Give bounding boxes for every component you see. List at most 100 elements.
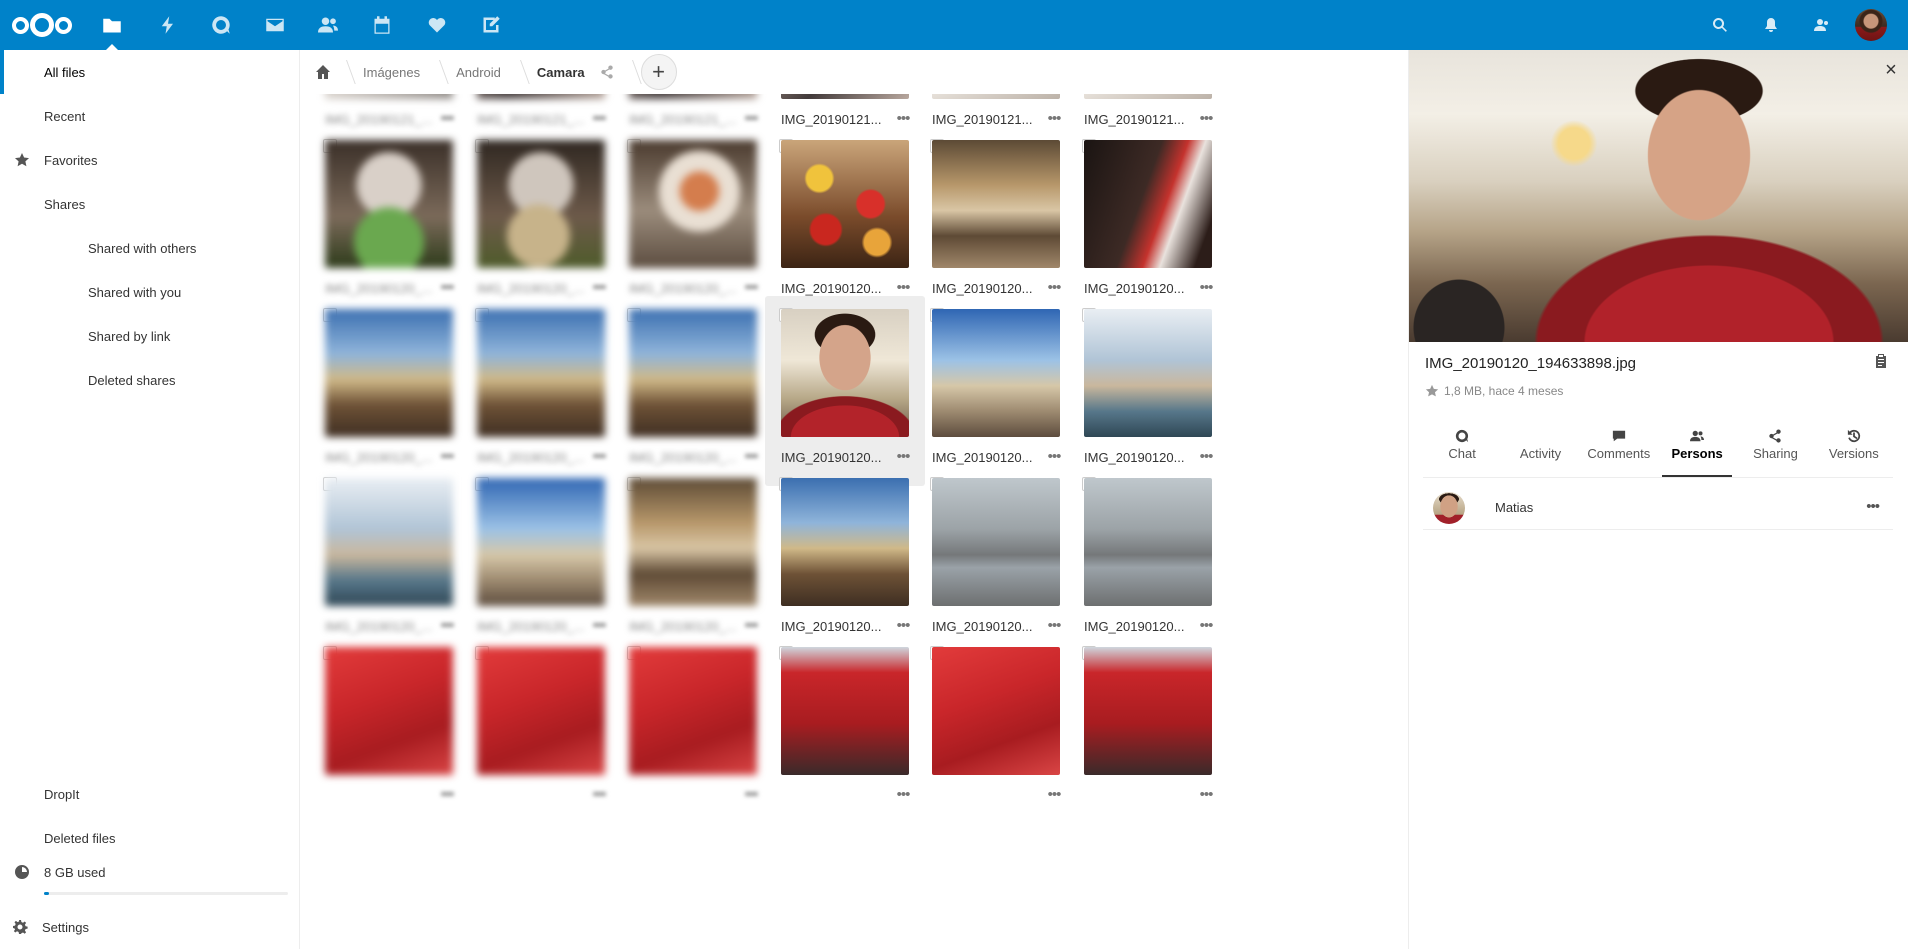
favorites-app-icon[interactable] (415, 0, 459, 50)
file-actions-icon[interactable]: ••• (1196, 784, 1216, 804)
file-thumbnail[interactable] (325, 478, 453, 606)
clipboard-icon[interactable] (1873, 353, 1891, 371)
file-tile[interactable]: IMG_20190120_... ••• (613, 296, 773, 486)
file-name[interactable]: IMG_20190120... (781, 619, 889, 634)
file-actions-icon[interactable]: ••• (437, 446, 457, 466)
file-actions-icon[interactable]: ••• (893, 108, 913, 128)
file-actions-icon[interactable]: ••• (1044, 277, 1064, 297)
file-tile[interactable]: IMG_20190120... ••• (916, 127, 1076, 317)
file-name[interactable]: IMG_20190120_... (325, 281, 433, 296)
file-tile[interactable]: IMG_20190120_... ••• (309, 296, 469, 486)
file-tile[interactable]: ••• (765, 634, 925, 824)
file-thumbnail[interactable] (932, 140, 1060, 268)
file-thumbnail[interactable] (629, 647, 757, 775)
nav-quota[interactable]: 8 GB used (0, 854, 300, 890)
file-name[interactable]: IMG_20190120_... (477, 619, 585, 634)
files-app-icon[interactable] (90, 0, 134, 50)
nav-all-files[interactable]: All files (0, 50, 300, 94)
file-thumbnail[interactable] (1084, 647, 1212, 775)
file-name[interactable]: IMG_20190120... (781, 450, 889, 465)
file-tile[interactable]: IMG_20190120... ••• (765, 127, 925, 317)
file-tile[interactable]: IMG_20190120... ••• (916, 296, 1076, 486)
file-tile[interactable]: IMG_20190120... ••• (1068, 296, 1228, 486)
file-thumbnail[interactable] (325, 309, 453, 437)
file-thumbnail[interactable] (1084, 478, 1212, 606)
file-tile[interactable]: ••• (461, 634, 621, 824)
nav-shares[interactable]: Shares (0, 182, 300, 226)
file-actions-icon[interactable]: ••• (741, 784, 761, 804)
nav-shared-with-others[interactable]: Shared with others (0, 226, 300, 270)
file-tile[interactable]: ••• (309, 634, 469, 824)
file-actions-icon[interactable]: ••• (893, 277, 913, 297)
file-name[interactable]: IMG_20190121... (1084, 112, 1192, 127)
file-thumbnail[interactable] (1084, 309, 1212, 437)
file-thumbnail[interactable] (932, 647, 1060, 775)
file-actions-icon[interactable]: ••• (893, 784, 913, 804)
tab-persons[interactable]: Persons (1658, 414, 1736, 477)
file-actions-icon[interactable]: ••• (893, 446, 913, 466)
file-name[interactable]: IMG_20190121_... (325, 112, 433, 127)
file-tile[interactable]: IMG_20190120... ••• (765, 465, 925, 655)
file-name[interactable]: IMG_20190120... (1084, 619, 1192, 634)
nextcloud-logo[interactable] (12, 11, 74, 39)
file-actions-icon[interactable]: ••• (437, 615, 457, 635)
tab-activity[interactable]: Activity (1501, 414, 1579, 476)
file-tile[interactable]: IMG_20190120_... ••• (461, 296, 621, 486)
new-file-button[interactable]: + (640, 54, 677, 90)
file-thumbnail[interactable] (477, 478, 605, 606)
file-thumbnail[interactable] (629, 478, 757, 606)
file-thumbnail[interactable] (781, 309, 909, 437)
file-thumbnail[interactable] (325, 140, 453, 268)
file-actions-icon[interactable]: ••• (741, 615, 761, 635)
file-tile[interactable]: ••• (1068, 634, 1228, 824)
file-tile[interactable]: IMG_20190120_... ••• (461, 465, 621, 655)
file-thumbnail[interactable] (781, 478, 909, 606)
tab-chat[interactable]: Chat (1423, 414, 1501, 476)
notes-app-icon[interactable] (469, 0, 513, 50)
file-thumbnail[interactable] (1084, 140, 1212, 268)
file-actions-icon[interactable]: ••• (437, 784, 457, 804)
activity-app-icon[interactable] (146, 0, 190, 50)
file-thumbnail[interactable] (477, 140, 605, 268)
file-name[interactable]: IMG_20190120_... (629, 281, 737, 296)
file-thumbnail[interactable] (477, 647, 605, 775)
file-actions-icon[interactable]: ••• (741, 446, 761, 466)
file-thumbnail[interactable] (325, 647, 453, 775)
nav-shared-with-you[interactable]: Shared with you (0, 270, 300, 314)
file-tile[interactable]: ••• (916, 634, 1076, 824)
file-actions-icon[interactable]: ••• (1044, 615, 1064, 635)
breadcrumb-home[interactable] (301, 50, 349, 94)
file-name[interactable]: IMG_20190120... (1084, 450, 1192, 465)
file-tile[interactable]: IMG_20190120... ••• (916, 465, 1076, 655)
file-name[interactable]: IMG_20190120_... (325, 450, 433, 465)
nav-favorites[interactable]: Favorites (0, 138, 300, 182)
file-tile[interactable]: IMG_20190120_... ••• (309, 465, 469, 655)
file-name[interactable]: IMG_20190121_... (477, 112, 585, 127)
talk-app-icon[interactable] (199, 0, 243, 50)
file-tile[interactable]: IMG_20190120... ••• (1068, 465, 1228, 655)
nav-deleted-shares[interactable]: Deleted shares (0, 358, 300, 402)
favorite-star-icon[interactable] (1425, 384, 1439, 398)
file-name[interactable]: IMG_20190120_... (629, 450, 737, 465)
file-tile[interactable]: IMG_20190120_... ••• (613, 127, 773, 317)
person-row[interactable]: Matias ••• (1423, 486, 1893, 530)
file-tile[interactable]: IMG_20190120_... ••• (461, 127, 621, 317)
file-thumbnail[interactable] (781, 647, 909, 775)
file-name[interactable]: IMG_20190120_... (477, 281, 585, 296)
contacts-menu-icon[interactable] (1801, 0, 1841, 50)
file-thumbnail[interactable] (629, 309, 757, 437)
breadcrumb-camara[interactable]: Camara (523, 50, 593, 94)
file-actions-icon[interactable]: ••• (1044, 108, 1064, 128)
file-actions-icon[interactable]: ••• (437, 108, 457, 128)
nav-dropit[interactable]: DropIt (0, 772, 300, 816)
tab-comments[interactable]: Comments (1580, 414, 1658, 476)
search-icon[interactable] (1700, 0, 1740, 50)
nav-settings[interactable]: Settings (0, 905, 300, 949)
file-name[interactable]: IMG_20190121_... (629, 112, 737, 127)
file-actions-icon[interactable]: ••• (589, 615, 609, 635)
nav-shared-by-link[interactable]: Shared by link (0, 314, 300, 358)
contacts-app-icon[interactable] (306, 0, 350, 50)
file-actions-icon[interactable]: ••• (1196, 615, 1216, 635)
file-name[interactable]: IMG_20190120... (1084, 281, 1192, 296)
file-thumbnail[interactable] (629, 140, 757, 268)
